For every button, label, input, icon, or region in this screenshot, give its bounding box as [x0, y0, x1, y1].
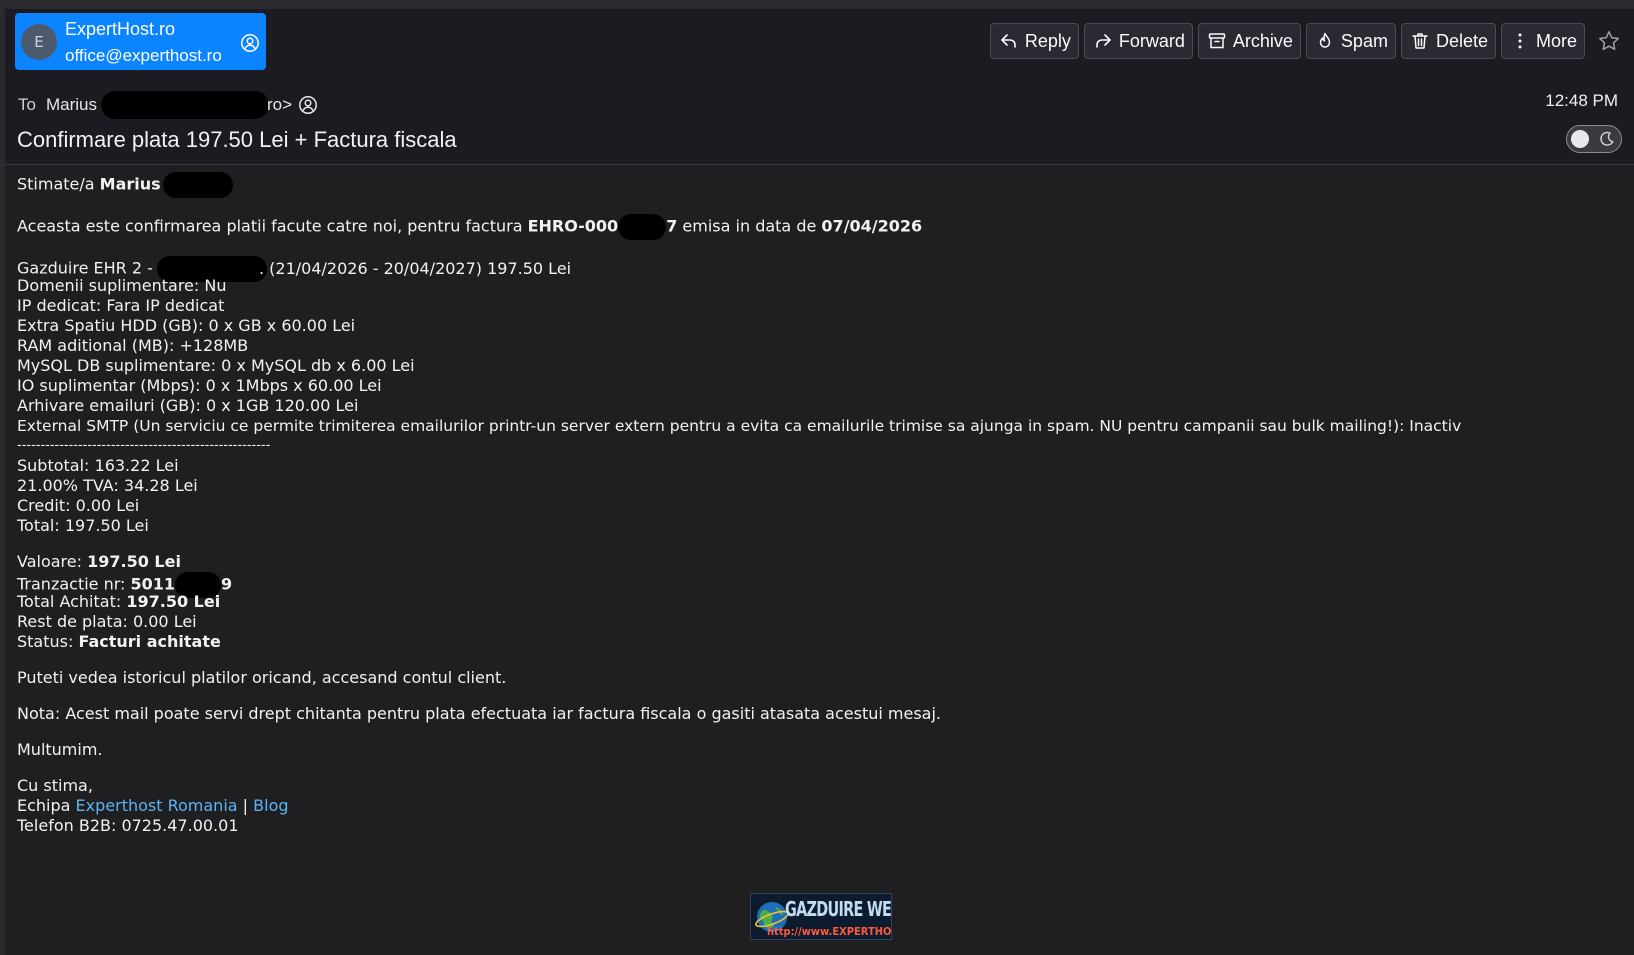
separator-line: ----------------------------------------… [17, 438, 271, 453]
reply-icon [1001, 34, 1016, 48]
sender-email: office@experthost.ro [65, 46, 222, 65]
spam-button[interactable]: Spam [1305, 23, 1396, 59]
redaction-mark [162, 172, 233, 198]
note-line: Nota: Acest mail poate servi drept chita… [17, 704, 942, 723]
logo-url: http://www.EXPERTHOST.RO [767, 925, 892, 938]
status-line: Status: Facturi achitate [17, 632, 1617, 652]
greeting-name: Marius [99, 174, 161, 194]
forward-label: Forward [1118, 30, 1185, 51]
total-paid-label: Total Achitat: [17, 592, 122, 611]
contact-icon[interactable] [298, 95, 318, 115]
moon-icon [1600, 131, 1614, 146]
message-header: E ExpertHost.ro office@experthost.ro Rep… [5, 9, 1634, 165]
redaction-mark [100, 91, 269, 119]
invoice-line: External SMTP (Un serviciu ce permite tr… [17, 417, 1462, 435]
window-top-edge [0, 0, 1634, 9]
star-icon [1599, 31, 1619, 51]
total-paid-line: Total Achitat: 197.50 Lei [17, 592, 1617, 612]
invoice-line: IP dedicat: Fara IP dedicat [17, 296, 225, 315]
confirm-text: Aceasta este confirmarea platii facute c… [17, 216, 523, 236]
invoice-line: RAM aditional (MB): +128MB [17, 336, 249, 355]
sender-avatar: E [21, 24, 57, 60]
vat-line: 21.00% TVA: 34.28 Lei [17, 476, 198, 495]
issued-date: 07/04/2026 [821, 216, 923, 236]
history-line: Puteti vedea istoricul platilor oricand,… [17, 668, 507, 687]
message-subject: Confirmare plata 197.50 Lei + Factura fi… [17, 127, 457, 152]
forward-button[interactable]: Forward [1083, 23, 1193, 59]
archive-label: Archive [1232, 30, 1293, 51]
invoice-line: IO suplimentar (Mbps): 0 x 1Mbps x 60.00… [17, 376, 382, 395]
archive-icon [1208, 33, 1226, 49]
credit-line: Credit: 0.00 Lei [17, 496, 140, 515]
more-label: More [1535, 30, 1577, 51]
remaining-line: Rest de plata: 0.00 Lei [17, 612, 197, 631]
payment-details: Valoare: 197.50 Lei Tranzactie nr: 5011 9… [17, 552, 1617, 652]
message-time: 12:48 PM [1545, 91, 1618, 110]
issued-text: emisa in data de [682, 216, 817, 236]
forward-icon [1096, 34, 1111, 48]
team-line: Echipa Experthost Romania | Blog [17, 796, 1617, 816]
blog-link[interactable]: Blog [253, 796, 288, 815]
sender-chip[interactable]: E ExpertHost.ro office@experthost.ro [15, 13, 266, 70]
transaction-line: Tranzactie nr: 5011 9 [17, 572, 1617, 598]
hosting-prefix: Gazduire EHR 2 - [17, 258, 153, 278]
archive-button[interactable]: Archive [1197, 23, 1301, 59]
logo-title: GAZDUIRE WEB [785, 897, 892, 921]
signature: Cu stima, Echipa Experthost Romania | Bl… [17, 776, 1617, 836]
signoff: Cu stima, [17, 776, 93, 795]
flame-icon [1319, 32, 1331, 48]
greeting: Stimate/a Marius [17, 172, 1617, 198]
message-body: Stimate/a Marius Aceasta este confirmare… [17, 172, 1617, 852]
payment-value-line: Valoare: 197.50 Lei [17, 552, 1617, 572]
status-value: Facturi achitate [78, 632, 221, 651]
recipient-name[interactable]: Marius [46, 95, 97, 115]
team-prefix: Echipa [17, 796, 71, 815]
invoice-line: Extra Spatiu HDD (GB): 0 x GB x 60.00 Le… [17, 316, 356, 335]
total-line: Total: 197.50 Lei [17, 516, 149, 535]
transaction-number-suffix: 9 [221, 574, 233, 594]
star-button[interactable] [1594, 26, 1624, 56]
reply-label: Reply [1024, 30, 1071, 51]
link-separator: | [242, 796, 249, 815]
transaction-label: Tranzactie nr: [17, 574, 126, 594]
hosting-rest: . (21/04/2026 - 20/04/2027) 197.50 Lei [258, 258, 572, 278]
total-paid-value: 197.50 Lei [126, 592, 221, 611]
invoice-number-prefix: EHRO-000 [527, 216, 619, 236]
to-label: To [18, 95, 36, 114]
reply-button[interactable]: Reply [989, 23, 1079, 59]
greeting-prefix: Stimate/a [17, 174, 95, 194]
toggle-knob [1571, 130, 1589, 148]
invoice-line: Arhivare emailuri (GB): 0 x 1GB 120.00 L… [17, 396, 359, 415]
value-label: Valoare: [17, 552, 83, 571]
recipient-email-tail: ro> [266, 95, 293, 114]
status-label: Status: [17, 632, 74, 651]
hosting-line: Gazduire EHR 2 - . (21/04/2026 - 20/04/2… [17, 256, 1617, 282]
invoice-line: MySQL DB suplimentare: 0 x MySQL db x 6.… [17, 356, 415, 375]
invoice-items: Gazduire EHR 2 - . (21/04/2026 - 20/04/2… [17, 256, 1617, 536]
more-button[interactable]: More [1500, 23, 1585, 59]
thanks-line: Multumim. [17, 740, 103, 759]
kebab-menu-icon [1518, 33, 1522, 49]
invoice-number-suffix: 7 [666, 216, 678, 236]
sender-name: ExpertHost.ro [65, 19, 176, 39]
redaction-mark [618, 214, 667, 240]
message-toolbar: Reply Forward Archive Spam Delete More [989, 23, 1624, 59]
dark-mode-toggle[interactable] [1566, 125, 1622, 153]
subtotal-line: Subtotal: 163.22 Lei [17, 456, 179, 475]
contact-icon[interactable] [240, 33, 260, 53]
transaction-number-prefix: 5011 [130, 574, 176, 594]
confirmation-line: Aceasta este confirmarea platii facute c… [17, 214, 1617, 240]
gazduire-web-logo[interactable]: GAZDUIRE WEB http://www.EXPERTHOST.RO [750, 893, 892, 940]
delete-label: Delete [1435, 30, 1488, 51]
trash-icon [1412, 33, 1428, 49]
spam-label: Spam [1340, 30, 1388, 51]
phone-line: Telefon B2B: 0725.47.00.01 [17, 816, 239, 835]
recipient-row: To Marius ro> [18, 91, 318, 119]
delete-button[interactable]: Delete [1400, 23, 1496, 59]
payment-value: 197.50 Lei [87, 552, 181, 571]
experthost-romania-link[interactable]: Experthost Romania [76, 796, 238, 815]
